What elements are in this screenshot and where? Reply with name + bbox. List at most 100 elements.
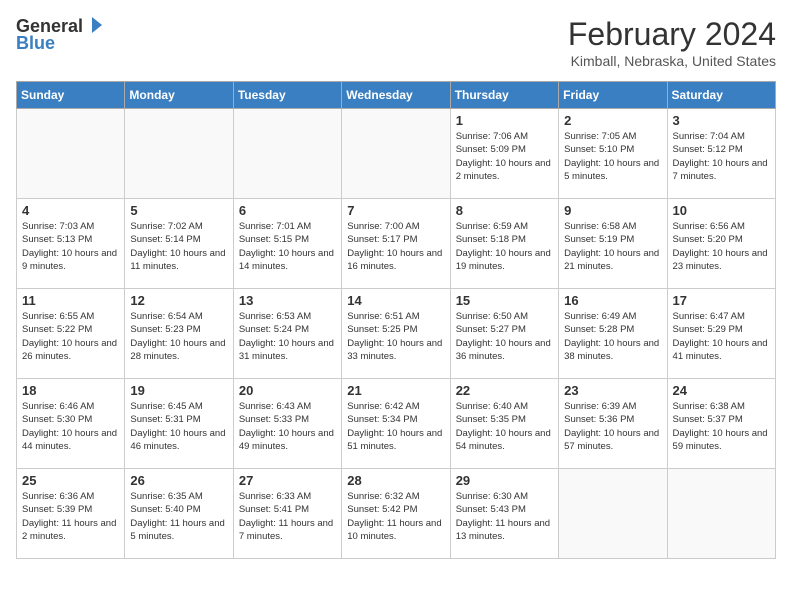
- cell-day-number: 26: [130, 473, 227, 488]
- calendar-cell: 10 Sunrise: 6:56 AMSunset: 5:20 PMDayligh…: [667, 199, 775, 289]
- day-header-tuesday: Tuesday: [233, 82, 341, 109]
- day-header-friday: Friday: [559, 82, 667, 109]
- cell-day-number: 5: [130, 203, 227, 218]
- cell-info: Sunrise: 7:02 AMSunset: 5:14 PMDaylight:…: [130, 221, 225, 272]
- cell-day-number: 7: [347, 203, 444, 218]
- cell-info: Sunrise: 6:46 AMSunset: 5:30 PMDaylight:…: [22, 401, 117, 452]
- calendar-cell: 29Sunrise: 6:30 AMSunset: 5:43 PMDayligh…: [450, 469, 558, 559]
- calendar-cell: 5 Sunrise: 7:02 AMSunset: 5:14 PMDaylight…: [125, 199, 233, 289]
- cell-day-number: 17: [673, 293, 770, 308]
- cell-day-number: 15: [456, 293, 553, 308]
- calendar-cell: 6 Sunrise: 7:01 AMSunset: 5:15 PMDaylight…: [233, 199, 341, 289]
- calendar-cell: [233, 109, 341, 199]
- calendar-cell: 21 Sunrise: 6:42 AMSunset: 5:34 PMDayligh…: [342, 379, 450, 469]
- cell-day-number: 21: [347, 383, 444, 398]
- cell-info: Sunrise: 7:01 AMSunset: 5:15 PMDaylight:…: [239, 221, 334, 272]
- calendar-table: SundayMondayTuesdayWednesdayThursdayFrid…: [16, 81, 776, 559]
- cell-info: Sunrise: 6:54 AMSunset: 5:23 PMDaylight:…: [130, 311, 225, 362]
- cell-day-number: 19: [130, 383, 227, 398]
- calendar-cell: 13 Sunrise: 6:53 AMSunset: 5:24 PMDayligh…: [233, 289, 341, 379]
- cell-day-number: 23: [564, 383, 661, 398]
- day-header-thursday: Thursday: [450, 82, 558, 109]
- calendar-subtitle: Kimball, Nebraska, United States: [568, 53, 776, 69]
- cell-info: Sunrise: 7:05 AMSunset: 5:10 PMDaylight:…: [564, 131, 659, 182]
- calendar-cell: 18 Sunrise: 6:46 AMSunset: 5:30 PMDayligh…: [17, 379, 125, 469]
- cell-day-number: 8: [456, 203, 553, 218]
- calendar-title: February 2024: [568, 16, 776, 53]
- cell-day-number: 25: [22, 473, 119, 488]
- cell-info: Sunrise: 6:59 AMSunset: 5:18 PMDaylight:…: [456, 221, 551, 272]
- calendar-cell: 15 Sunrise: 6:50 AMSunset: 5:27 PMDayligh…: [450, 289, 558, 379]
- cell-info: Sunrise: 6:42 AMSunset: 5:34 PMDaylight:…: [347, 401, 442, 452]
- calendar-cell: 2Sunrise: 7:05 AMSunset: 5:10 PMDaylight…: [559, 109, 667, 199]
- calendar-cell: [559, 469, 667, 559]
- calendar-cell: 14 Sunrise: 6:51 AMSunset: 5:25 PMDayligh…: [342, 289, 450, 379]
- calendar-cell: 26Sunrise: 6:35 AMSunset: 5:40 PMDayligh…: [125, 469, 233, 559]
- day-header-monday: Monday: [125, 82, 233, 109]
- calendar-cell: 28 Sunrise: 6:32 AMSunset: 5:42 PMDayligh…: [342, 469, 450, 559]
- cell-day-number: 14: [347, 293, 444, 308]
- calendar-header-row: SundayMondayTuesdayWednesdayThursdayFrid…: [17, 82, 776, 109]
- cell-day-number: 13: [239, 293, 336, 308]
- calendar-cell: [125, 109, 233, 199]
- day-header-sunday: Sunday: [17, 82, 125, 109]
- cell-info: Sunrise: 6:32 AMSunset: 5:42 PMDaylight:…: [347, 491, 441, 542]
- cell-info: Sunrise: 7:03 AMSunset: 5:13 PMDaylight:…: [22, 221, 117, 272]
- calendar-cell: [342, 109, 450, 199]
- cell-info: Sunrise: 6:53 AMSunset: 5:24 PMDaylight:…: [239, 311, 334, 362]
- cell-day-number: 16: [564, 293, 661, 308]
- cell-day-number: 28: [347, 473, 444, 488]
- calendar-cell: 27 Sunrise: 6:33 AMSunset: 5:41 PMDayligh…: [233, 469, 341, 559]
- cell-day-number: 10: [673, 203, 770, 218]
- cell-info: Sunrise: 6:39 AMSunset: 5:36 PMDaylight:…: [564, 401, 659, 452]
- calendar-cell: 19 Sunrise: 6:45 AMSunset: 5:31 PMDayligh…: [125, 379, 233, 469]
- calendar-week-row: 1 Sunrise: 7:06 AMSunset: 5:09 PMDaylight…: [17, 109, 776, 199]
- cell-info: Sunrise: 6:40 AMSunset: 5:35 PMDaylight:…: [456, 401, 551, 452]
- cell-day-number: 12: [130, 293, 227, 308]
- calendar-cell: 12 Sunrise: 6:54 AMSunset: 5:23 PMDayligh…: [125, 289, 233, 379]
- calendar-cell: 25 Sunrise: 6:36 AMSunset: 5:39 PMDayligh…: [17, 469, 125, 559]
- calendar-cell: 9Sunrise: 6:58 AMSunset: 5:19 PMDaylight…: [559, 199, 667, 289]
- cell-info: Sunrise: 6:33 AMSunset: 5:41 PMDaylight:…: [239, 491, 333, 542]
- cell-day-number: 4: [22, 203, 119, 218]
- cell-info: Sunrise: 6:51 AMSunset: 5:25 PMDaylight:…: [347, 311, 442, 362]
- cell-info: Sunrise: 6:45 AMSunset: 5:31 PMDaylight:…: [130, 401, 225, 452]
- cell-day-number: 20: [239, 383, 336, 398]
- title-area: February 2024 Kimball, Nebraska, United …: [568, 16, 776, 69]
- calendar-week-row: 18 Sunrise: 6:46 AMSunset: 5:30 PMDayligh…: [17, 379, 776, 469]
- calendar-cell: 4 Sunrise: 7:03 AMSunset: 5:13 PMDaylight…: [17, 199, 125, 289]
- cell-info: Sunrise: 6:30 AMSunset: 5:43 PMDaylight:…: [456, 491, 550, 542]
- cell-day-number: 11: [22, 293, 119, 308]
- calendar-week-row: 4 Sunrise: 7:03 AMSunset: 5:13 PMDaylight…: [17, 199, 776, 289]
- calendar-cell: [667, 469, 775, 559]
- calendar-cell: 1 Sunrise: 7:06 AMSunset: 5:09 PMDaylight…: [450, 109, 558, 199]
- cell-info: Sunrise: 7:06 AMSunset: 5:09 PMDaylight:…: [456, 131, 551, 182]
- calendar-cell: 22 Sunrise: 6:40 AMSunset: 5:35 PMDayligh…: [450, 379, 558, 469]
- calendar-cell: 17Sunrise: 6:47 AMSunset: 5:29 PMDayligh…: [667, 289, 775, 379]
- calendar-cell: 11 Sunrise: 6:55 AMSunset: 5:22 PMDayligh…: [17, 289, 125, 379]
- cell-day-number: 27: [239, 473, 336, 488]
- calendar-cell: 3Sunrise: 7:04 AMSunset: 5:12 PMDaylight…: [667, 109, 775, 199]
- cell-day-number: 6: [239, 203, 336, 218]
- calendar-cell: 16 Sunrise: 6:49 AMSunset: 5:28 PMDayligh…: [559, 289, 667, 379]
- cell-info: Sunrise: 6:55 AMSunset: 5:22 PMDaylight:…: [22, 311, 117, 362]
- day-header-saturday: Saturday: [667, 82, 775, 109]
- cell-info: Sunrise: 6:56 AMSunset: 5:20 PMDaylight:…: [673, 221, 768, 272]
- logo-triangle-icon: [84, 15, 104, 35]
- cell-day-number: 24: [673, 383, 770, 398]
- cell-day-number: 3: [673, 113, 770, 128]
- cell-day-number: 18: [22, 383, 119, 398]
- cell-day-number: 1: [456, 113, 553, 128]
- cell-day-number: 22: [456, 383, 553, 398]
- cell-info: Sunrise: 6:50 AMSunset: 5:27 PMDaylight:…: [456, 311, 551, 362]
- logo-blue-text: Blue: [16, 33, 55, 54]
- day-header-wednesday: Wednesday: [342, 82, 450, 109]
- cell-info: Sunrise: 6:49 AMSunset: 5:28 PMDaylight:…: [564, 311, 659, 362]
- calendar-week-row: 11 Sunrise: 6:55 AMSunset: 5:22 PMDayligh…: [17, 289, 776, 379]
- calendar-cell: 20Sunrise: 6:43 AMSunset: 5:33 PMDayligh…: [233, 379, 341, 469]
- cell-info: Sunrise: 6:36 AMSunset: 5:39 PMDaylight:…: [22, 491, 116, 542]
- logo: General Blue: [16, 16, 104, 54]
- calendar-cell: 24Sunrise: 6:38 AMSunset: 5:37 PMDayligh…: [667, 379, 775, 469]
- calendar-cell: [17, 109, 125, 199]
- header: General Blue February 2024 Kimball, Nebr…: [16, 16, 776, 69]
